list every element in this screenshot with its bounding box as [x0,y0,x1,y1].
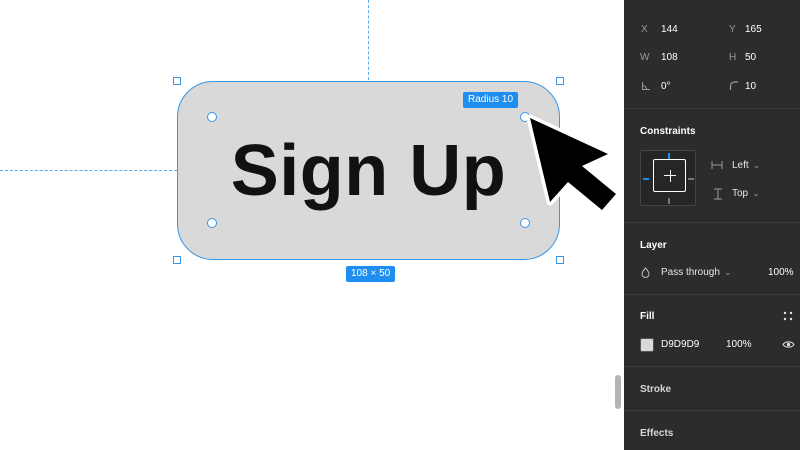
fill-title: Fill [640,311,655,322]
vertical-constraint-icon [714,188,722,200]
fill-hex-field[interactable]: D9D9D9 [661,339,699,350]
properties-panel: X 144 Y 165 W 108 H 50 0° 10 Constraints… [624,0,800,450]
radius-value-field[interactable]: 10 [745,81,756,92]
horizontal-constraint-icon [711,161,723,169]
effects-title: Effects [640,428,674,439]
resize-handle-bottom-left[interactable] [173,256,181,264]
styles-grid-icon[interactable] [783,311,793,321]
blend-mode-dropdown[interactable]: Pass through ⌄ [661,267,731,278]
chevron-down-icon: ⌄ [723,267,732,277]
w-label: W [640,52,650,63]
effects-section[interactable]: Effects [624,410,800,450]
horizontal-guide-line [0,170,177,171]
corner-radius-icon [729,81,738,90]
design-canvas[interactable]: Sign Up Radius 10 108 × 50 [0,0,624,450]
resize-handle-bottom-right[interactable] [556,256,564,264]
stroke-title: Stroke [640,384,672,395]
fill-opacity-field[interactable]: 100% [726,339,752,350]
h-label: H [729,52,737,63]
x-label: X [641,24,648,35]
layer-title: Layer [640,240,667,251]
opacity-drop-icon [641,267,650,278]
blend-mode-value: Pass through [661,267,720,278]
vertical-constraint-value: Top [732,188,749,199]
constraint-left-line[interactable] [643,178,649,180]
canvas-scrollbar[interactable] [615,375,621,409]
button-label-text: Sign Up [230,130,507,211]
size-badge: 108 × 50 [346,266,396,282]
resize-handle-top-right[interactable] [556,77,564,85]
cursor-arrow-icon [526,114,620,214]
constraint-right-line[interactable] [688,178,694,180]
horizontal-constraint-dropdown[interactable]: Left ⌄ [732,160,760,171]
constraint-widget[interactable] [640,150,696,206]
y-value-field[interactable]: 165 [745,24,762,35]
radius-handle-bottom-left[interactable] [207,218,217,228]
constraints-title: Constraints [640,126,696,137]
constraint-inner-box [653,159,686,192]
chevron-down-icon: ⌄ [752,188,760,198]
w-value-field[interactable]: 108 [661,52,678,63]
layer-section: Layer [624,222,800,294]
y-label: Y [729,24,736,35]
vertical-constraint-dropdown[interactable]: Top ⌄ [732,188,760,199]
fill-section: Fill [624,294,800,366]
radius-handle-top-left[interactable] [207,112,217,122]
rotation-value-field[interactable]: 0° [661,81,671,92]
rotation-icon [642,82,650,90]
layer-opacity-field[interactable]: 100% [768,267,794,278]
resize-handle-top-left[interactable] [173,77,181,85]
horizontal-constraint-value: Left [732,160,749,171]
fill-color-swatch[interactable] [640,338,654,352]
radius-badge: Radius 10 [463,92,519,108]
vertical-guide-line [368,0,369,80]
constraint-plus-v [669,170,671,182]
stroke-section[interactable]: Stroke [624,366,800,410]
constraint-bottom-line[interactable] [668,198,670,204]
h-value-field[interactable]: 50 [745,52,756,63]
eye-icon[interactable] [782,340,795,349]
chevron-down-icon: ⌄ [752,160,761,170]
x-value-field[interactable]: 144 [661,24,678,35]
